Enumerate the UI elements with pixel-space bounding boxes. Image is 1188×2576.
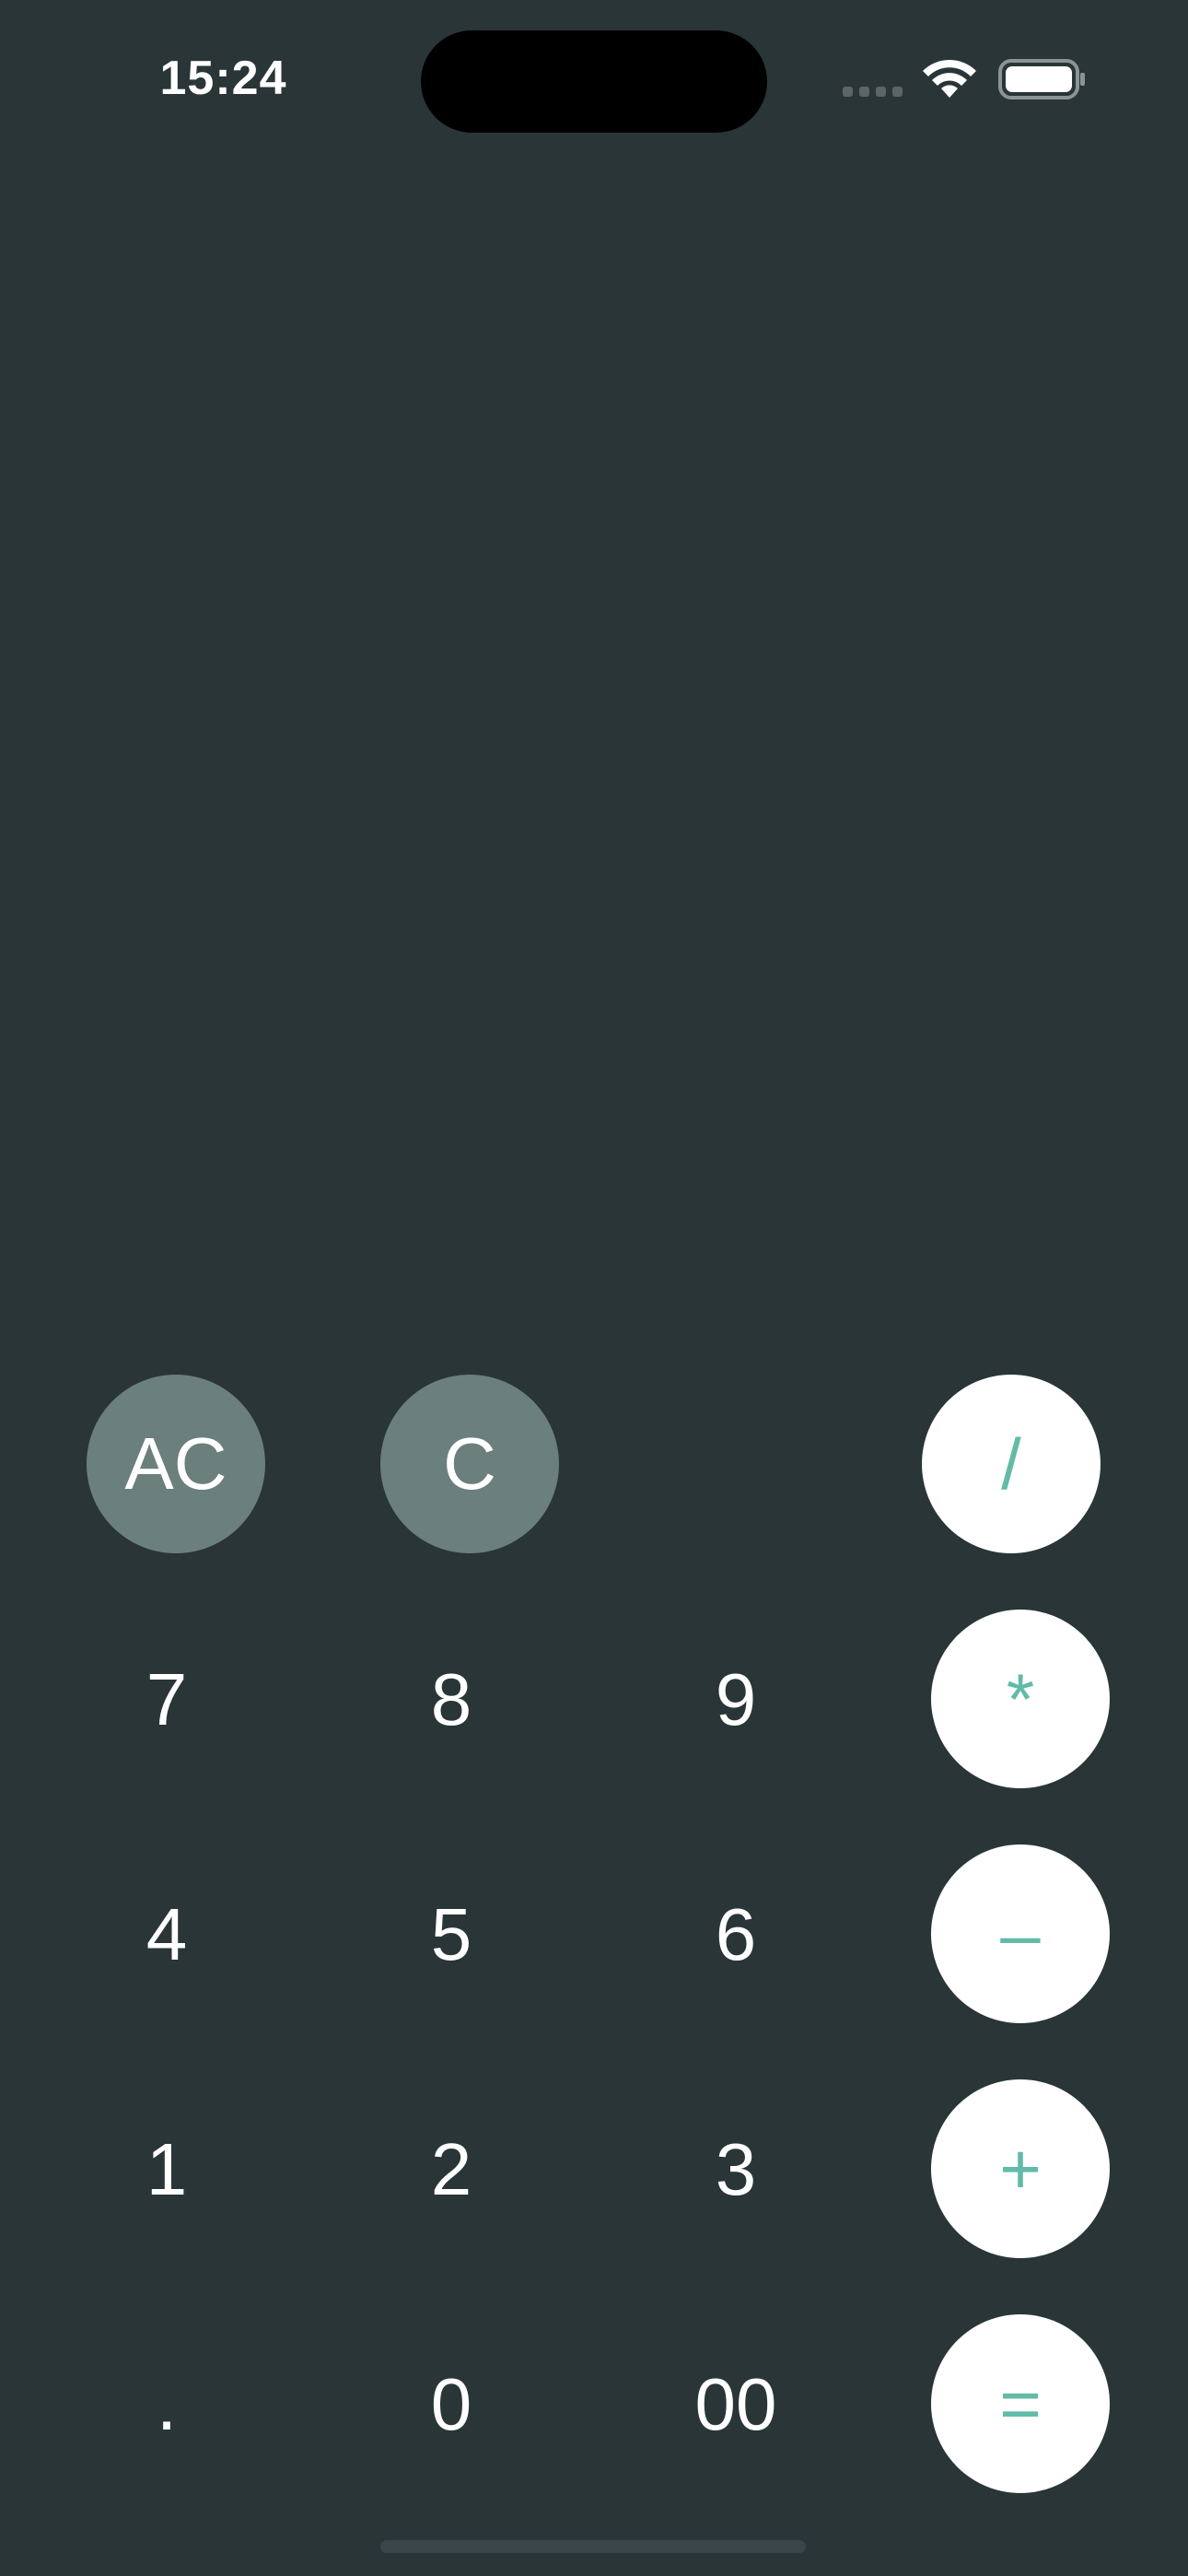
digit-8-button[interactable]: 8 [359,1608,543,1792]
dynamic-island [421,30,767,133]
digit-9-button[interactable]: 9 [644,1608,828,1792]
digit-0-button[interactable]: 0 [359,2313,543,2497]
equals-button[interactable]: = [931,2314,1110,2493]
home-indicator[interactable] [380,2540,806,2553]
cellular-signal-icon [843,87,903,98]
battery-icon [998,59,1085,100]
multiply-button[interactable]: * [931,1610,1110,1788]
divide-button[interactable]: / [922,1375,1101,1553]
digit-6-button[interactable]: 6 [644,1843,828,2027]
digit-7-button[interactable]: 7 [75,1608,259,1792]
status-bar: 15:24 [0,0,1188,157]
digit-5-button[interactable]: 5 [359,1843,543,2027]
subtract-button[interactable]: – [931,1844,1110,2023]
clear-button[interactable]: C [380,1375,559,1553]
digit-1-button[interactable]: 1 [75,2078,259,2262]
add-button[interactable]: + [931,2079,1110,2258]
wifi-icon [923,59,976,98]
digit-4-button[interactable]: 4 [75,1843,259,2027]
all-clear-button[interactable]: AC [87,1375,265,1553]
decimal-button[interactable]: . [75,2313,259,2497]
double-zero-button[interactable]: 00 [644,2313,828,2497]
calculator-display [55,184,1133,1327]
digit-3-button[interactable]: 3 [644,2078,828,2262]
digit-2-button[interactable]: 2 [359,2078,543,2262]
status-time: 15:24 [159,52,287,105]
